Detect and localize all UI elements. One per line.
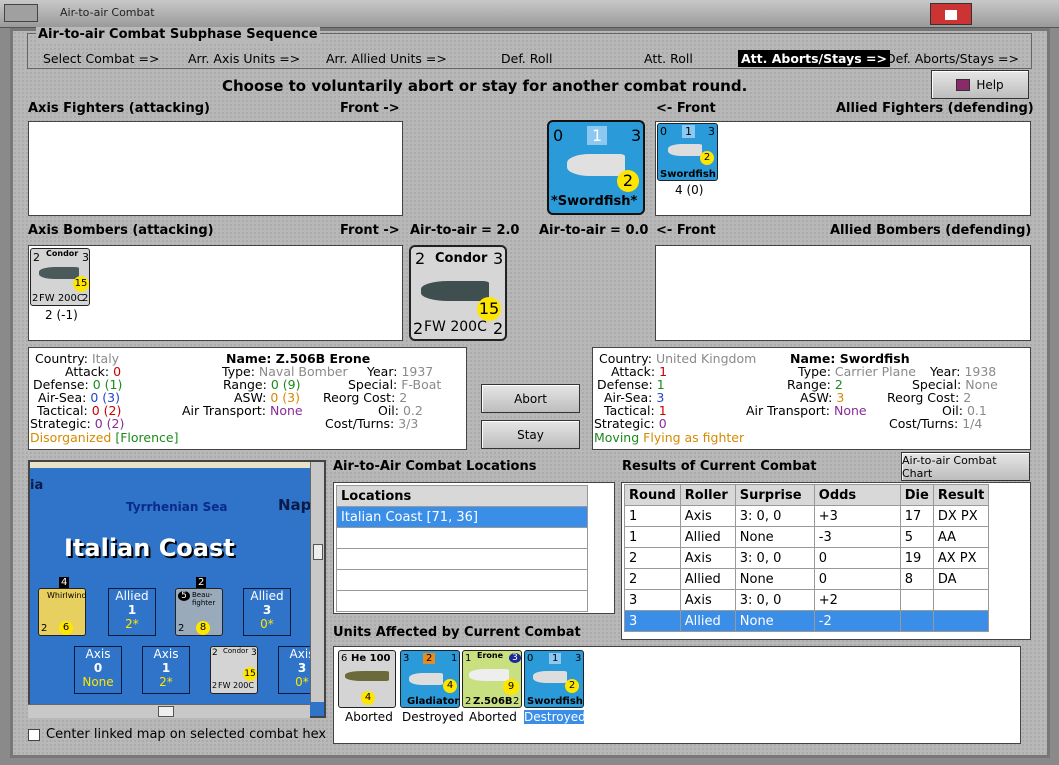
- selected-swordfish-counter[interactable]: 0 1 3 2 *Swordfish*: [547, 120, 645, 215]
- axis-fighters-label: Axis Fighters (attacking): [28, 101, 210, 116]
- help-button[interactable]: Help: [931, 70, 1029, 99]
- aircraft-icon: [345, 671, 389, 681]
- result-row[interactable]: 1 Axis 3: 0, 0 +3 17 DX PX: [624, 505, 990, 527]
- result-row[interactable]: 3 Axis 3: 0, 0 +2: [624, 589, 990, 611]
- aircraft-icon: [469, 669, 509, 681]
- abort-button[interactable]: Abort: [481, 384, 580, 413]
- subphase-title: Air-to-air Combat Subphase Sequence: [36, 27, 320, 42]
- allied-air-to-air-value: Air-to-air = 0.0: [539, 223, 649, 238]
- book-icon: [956, 78, 971, 91]
- location-row[interactable]: [336, 569, 588, 591]
- aircraft-icon: [533, 671, 567, 683]
- locations-panel: Locations Italian Coast [71, 36]: [333, 482, 615, 614]
- results-title: Results of Current Combat: [622, 459, 817, 474]
- aircraft-icon: [421, 281, 489, 301]
- locations-table: Locations Italian Coast [71, 36]: [336, 485, 588, 612]
- allied-fighters-label: Allied Fighters (defending): [836, 101, 1034, 116]
- prompt-text: Choose to voluntarily abort or stay for …: [222, 77, 748, 95]
- location-row-selected[interactable]: Italian Coast [71, 36]: [336, 506, 588, 528]
- map-hex-axis-0[interactable]: Axis 0 None: [74, 646, 122, 694]
- results-panel: Round Roller Surprise Odds Die Result 1A…: [621, 482, 1031, 640]
- air-combat-chart-button[interactable]: Air-to-air Combat Chart: [901, 452, 1030, 481]
- location-row[interactable]: [336, 527, 588, 549]
- affected-he100-counter[interactable]: 6 He 100 4: [338, 650, 396, 708]
- system-menu-button[interactable]: [4, 4, 38, 22]
- front-left-label-1: <- Front: [656, 101, 716, 116]
- result-row-selected[interactable]: 3 Allied None -2: [624, 610, 990, 632]
- locations-header: Locations: [336, 485, 588, 507]
- map-counter-whirlwind[interactable]: 4 Whirlwind 2 6: [38, 577, 87, 636]
- step-def-aborts: Def. Aborts/Stays =>: [886, 51, 1019, 66]
- region-label: Italian Coast: [64, 534, 235, 562]
- map-counter-condor[interactable]: 2 Condor 3 15 2 FW 200C: [210, 646, 258, 694]
- map-vertical-thumb[interactable]: [313, 544, 323, 560]
- result-row[interactable]: 2 Allied None 0 8 DA: [624, 568, 990, 590]
- title-bar: Air-to-air Combat: [0, 0, 1059, 28]
- map-horizontal-scrollbar[interactable]: [28, 704, 310, 718]
- axis-air-to-air-value: Air-to-air = 2.0: [410, 223, 520, 238]
- location-row[interactable]: [336, 590, 588, 612]
- swordfish-counter[interactable]: 0 1 3 2 Swordfish: [657, 123, 718, 181]
- axis-bombers-label: Axis Bombers (attacking): [28, 223, 214, 238]
- allied-bombers-panel[interactable]: [655, 245, 1031, 341]
- map-hex-allied-3[interactable]: Allied 3 0*: [243, 588, 291, 636]
- front-left-label-2: <- Front: [656, 223, 716, 238]
- map-hex-axis-1[interactable]: Axis 1 2*: [142, 646, 190, 694]
- axis-unit-info: Country: Italy Attack: 0 Defense: 0 (1) …: [28, 347, 467, 450]
- aircraft-icon: [567, 154, 625, 176]
- allied-bombers-label: Allied Bombers (defending): [830, 223, 1032, 238]
- aircraft-icon: [668, 144, 702, 156]
- step-def-roll: Def. Roll: [501, 51, 553, 66]
- result-row[interactable]: 2 Axis 3: 0, 0 0 19 AX PX: [624, 547, 990, 569]
- step-arr-allied: Arr. Allied Units =>: [326, 51, 447, 66]
- condor-counter[interactable]: 2 Condor 3 15 2 FW 200C 2: [30, 248, 90, 306]
- result-row[interactable]: 1 Allied None -3 5 AA: [624, 526, 990, 548]
- gladiator-caption: Destroyed: [402, 710, 464, 724]
- map-vertical-scrollbar[interactable]: [310, 462, 324, 702]
- allied-unit-info: Country: United Kingdom Attack: 1 Defens…: [592, 347, 1031, 450]
- affected-swordfish-counter[interactable]: 0 1 3 2 Swordfish: [524, 650, 584, 708]
- he100-caption: Aborted: [345, 710, 393, 724]
- selected-condor-counter[interactable]: 2 Condor 3 15 2 FW 200C 2: [409, 245, 507, 341]
- swordfish-caption: 4 (0): [675, 183, 704, 197]
- map-counter-beaufighter[interactable]: 2 5 Beau-fighter 2 8: [175, 577, 223, 636]
- step-att-roll: Att. Roll: [644, 51, 693, 66]
- sea-label: Tyrrhenian Sea: [126, 500, 228, 514]
- germany-flag-icon: [930, 3, 972, 25]
- swordfish-destroyed-caption: Destroyed: [524, 710, 586, 724]
- map-hex-allied-1[interactable]: Allied 1 2*: [108, 588, 156, 636]
- location-row[interactable]: [336, 548, 588, 570]
- window-title: Air-to-air Combat: [60, 6, 155, 19]
- map-land-strip: [30, 462, 324, 468]
- axis-fighters-panel[interactable]: [28, 121, 403, 216]
- map-horizontal-thumb[interactable]: [158, 706, 174, 717]
- step-att-aborts-active: Att. Aborts/Stays =>: [738, 50, 890, 67]
- front-right-label-1: Front ->: [340, 101, 400, 116]
- aircraft-icon: [409, 673, 443, 685]
- center-map-checkbox[interactable]: [28, 729, 40, 741]
- condor-caption: 2 (-1): [45, 308, 78, 322]
- stay-button[interactable]: Stay: [481, 420, 580, 449]
- results-table: Round Roller Surprise Odds Die Result 1A…: [624, 484, 990, 632]
- center-map-label: Center linked map on selected combat hex: [46, 727, 327, 742]
- locations-title: Air-to-Air Combat Locations: [333, 459, 537, 474]
- z506b-caption: Aborted: [469, 710, 517, 724]
- front-right-label-2: Front ->: [340, 223, 400, 238]
- step-arr-axis: Arr. Axis Units =>: [188, 51, 301, 66]
- affected-title: Units Affected by Current Combat: [333, 625, 581, 640]
- affected-z506b-counter[interactable]: 1 Erone 3 9 2 Z.506B 2: [462, 650, 522, 708]
- affected-gladiator-counter[interactable]: 3 2 1 4 Gladiator: [400, 650, 460, 708]
- step-select-combat: Select Combat =>: [43, 51, 160, 66]
- aircraft-icon: [39, 267, 79, 279]
- linked-map[interactable]: ia Tyrrhenian Sea Nap Italian Coast 4 Wh…: [28, 460, 326, 718]
